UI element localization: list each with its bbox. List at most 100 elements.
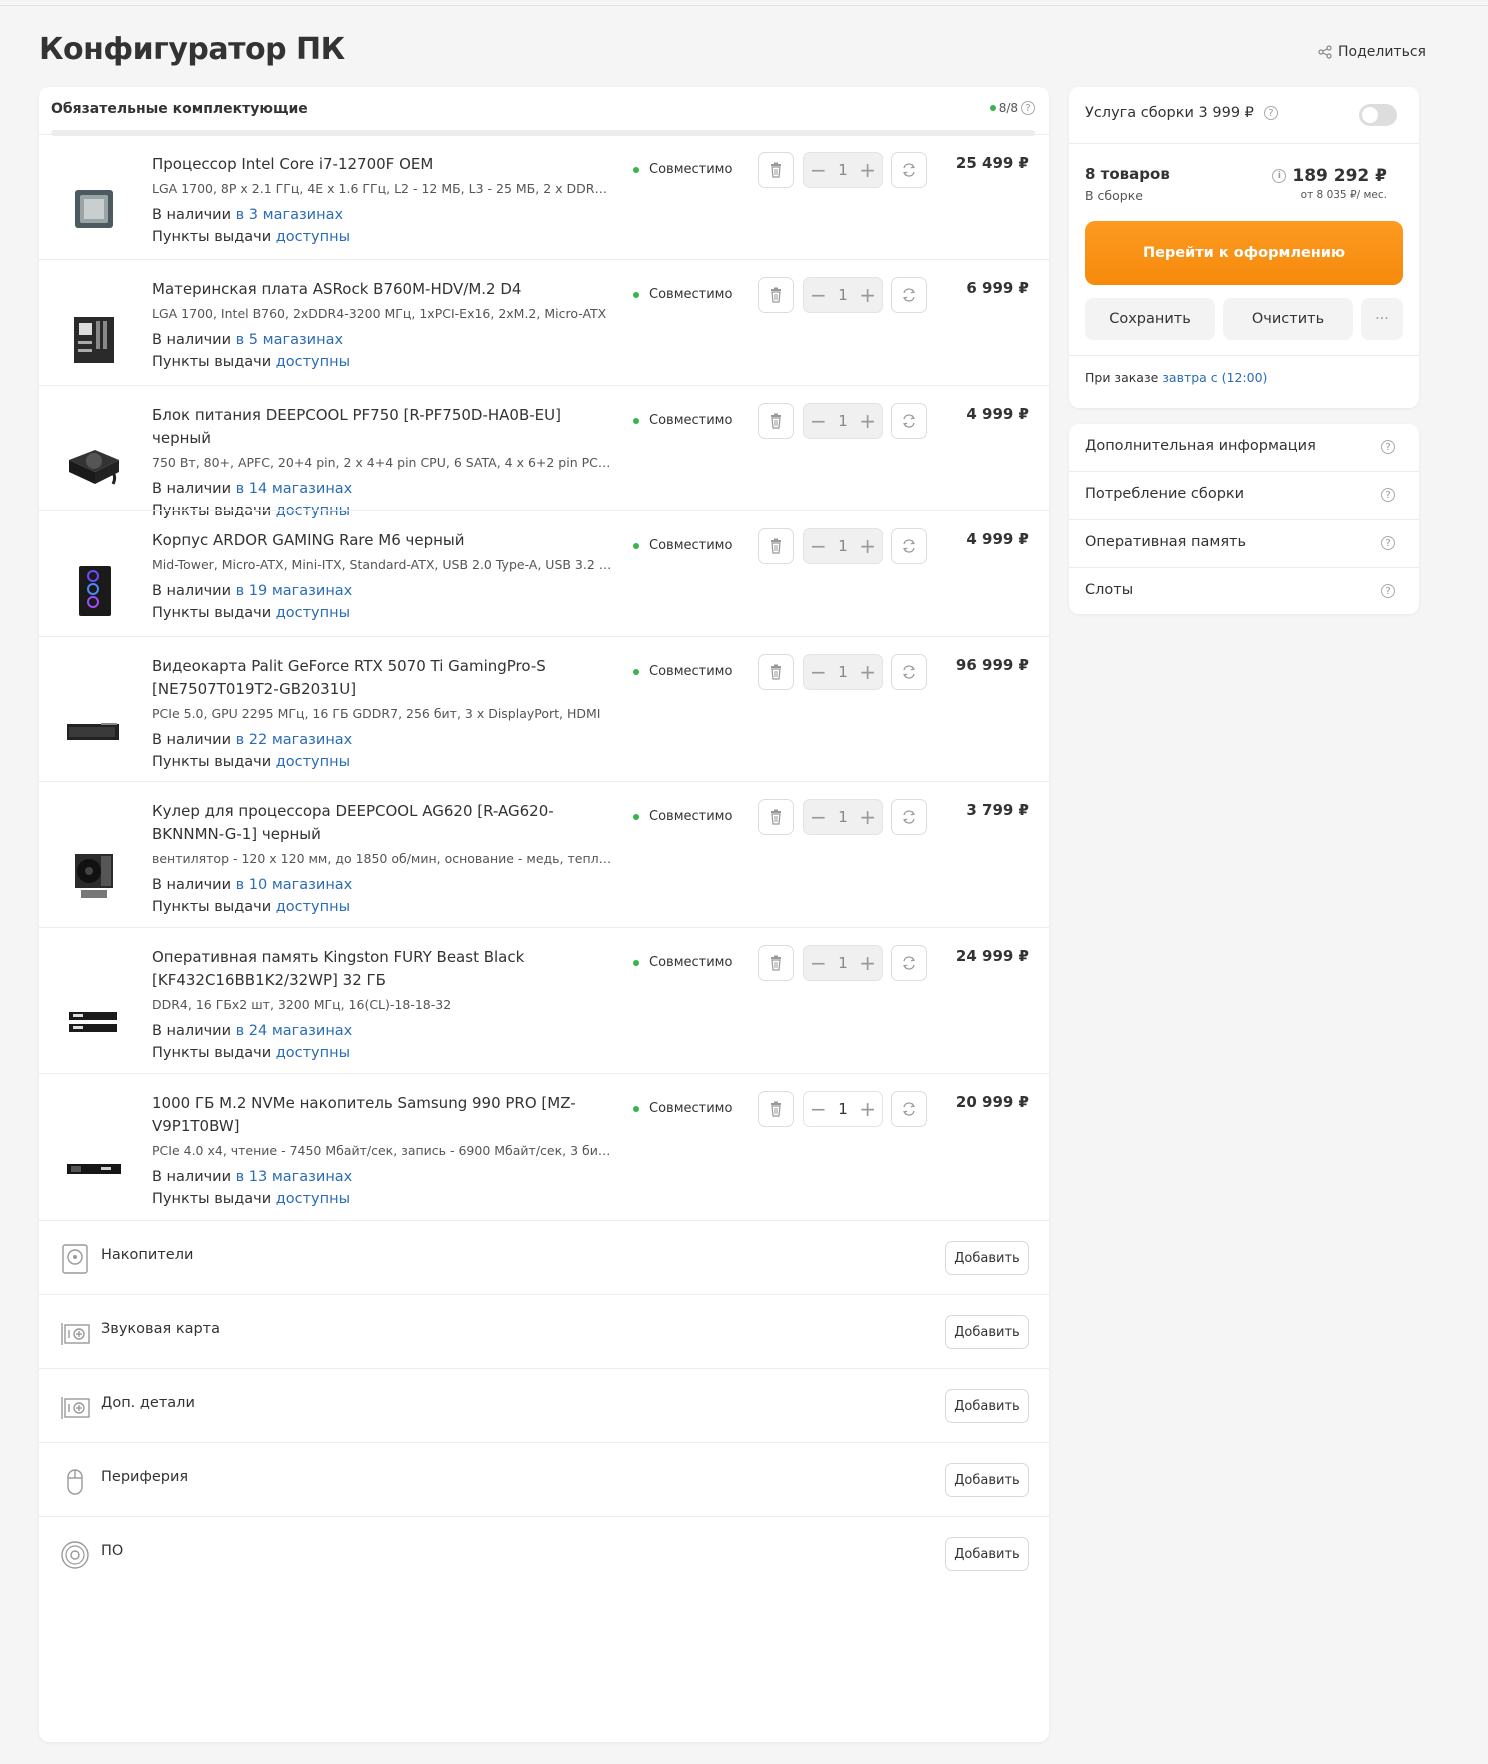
help-icon[interactable]: ? bbox=[1381, 440, 1395, 454]
quantity-stepper[interactable]: − 1 + bbox=[803, 528, 883, 564]
delete-button[interactable] bbox=[758, 528, 794, 564]
replace-button[interactable] bbox=[891, 945, 927, 981]
replace-button[interactable] bbox=[891, 152, 927, 188]
decrease-button[interactable]: − bbox=[810, 409, 827, 433]
info-icon[interactable]: i bbox=[1272, 169, 1287, 183]
replace-button[interactable] bbox=[891, 1091, 927, 1127]
compatibility-label: Совместимо bbox=[649, 664, 733, 679]
stock-stores-link[interactable]: в 3 магазинах bbox=[236, 207, 343, 223]
pickup-link[interactable]: доступны bbox=[276, 754, 350, 770]
decrease-button[interactable]: − bbox=[810, 1097, 827, 1121]
pickup-link[interactable]: доступны bbox=[276, 354, 350, 370]
replace-button[interactable] bbox=[891, 528, 927, 564]
stock-stores-link[interactable]: в 13 магазинах bbox=[236, 1169, 353, 1185]
add-button[interactable]: Добавить bbox=[945, 1463, 1029, 1497]
product-name[interactable]: Блок питания DEEPCOOL PF750 [R-PF750D-HA… bbox=[152, 404, 612, 450]
increase-button[interactable]: + bbox=[859, 805, 876, 829]
delete-button[interactable] bbox=[758, 152, 794, 188]
increase-button[interactable]: + bbox=[859, 158, 876, 182]
product-name[interactable]: Корпус ARDOR GAMING Rare M6 черный bbox=[152, 529, 612, 552]
decrease-button[interactable]: − bbox=[810, 805, 827, 829]
quantity-stepper[interactable]: − 1 + bbox=[803, 403, 883, 439]
pickup-availability: Пункты выдачи доступны bbox=[152, 1188, 612, 1210]
help-icon[interactable]: ? bbox=[1021, 101, 1035, 115]
quantity-stepper[interactable]: − 1 + bbox=[803, 277, 883, 313]
delete-button[interactable] bbox=[758, 654, 794, 690]
delete-button[interactable] bbox=[758, 945, 794, 981]
stock-stores-link[interactable]: в 24 магазинах bbox=[236, 1023, 353, 1039]
help-icon[interactable]: ? bbox=[1263, 106, 1278, 120]
info-row[interactable]: Оперативная память? bbox=[1069, 520, 1419, 568]
quantity-stepper[interactable]: − 1 + bbox=[803, 1091, 883, 1127]
quantity-stepper[interactable]: − 1 + bbox=[803, 152, 883, 188]
product-name[interactable]: 1000 ГБ M.2 NVMe накопитель Samsung 990 … bbox=[152, 1092, 612, 1138]
stock-stores-link[interactable]: в 19 магазинах bbox=[236, 583, 353, 599]
stock-stores-link[interactable]: в 14 магазинах bbox=[236, 481, 353, 497]
product-name[interactable]: Оперативная память Kingston FURY Beast B… bbox=[152, 946, 612, 992]
cooler-product-image[interactable] bbox=[61, 844, 127, 910]
increase-button[interactable]: + bbox=[859, 951, 876, 975]
increase-button[interactable]: + bbox=[859, 534, 876, 558]
add-button[interactable]: Добавить bbox=[945, 1241, 1029, 1275]
decrease-button[interactable]: − bbox=[810, 158, 827, 182]
help-icon[interactable]: ? bbox=[1381, 536, 1395, 550]
info-row[interactable]: Слоты? bbox=[1069, 568, 1419, 616]
save-button[interactable]: Сохранить bbox=[1085, 298, 1215, 340]
ssd-product-image[interactable] bbox=[61, 1136, 127, 1202]
share-button[interactable]: Поделиться bbox=[1318, 44, 1426, 60]
replace-button[interactable] bbox=[891, 654, 927, 690]
case-product-image[interactable] bbox=[61, 558, 127, 624]
add-button[interactable]: Добавить bbox=[945, 1315, 1029, 1349]
product-name[interactable]: Материнская плата ASRock B760M-HDV/M.2 D… bbox=[152, 278, 612, 301]
decrease-button[interactable]: − bbox=[810, 534, 827, 558]
swap-icon bbox=[902, 810, 916, 824]
clear-button[interactable]: Очистить bbox=[1223, 298, 1353, 340]
quantity-stepper[interactable]: − 1 + bbox=[803, 945, 883, 981]
ram-product-image[interactable] bbox=[61, 990, 127, 1056]
stock-stores-link[interactable]: в 22 магазинах bbox=[236, 732, 353, 748]
increase-button[interactable]: + bbox=[859, 1097, 876, 1121]
add-button[interactable]: Добавить bbox=[945, 1389, 1029, 1423]
decrease-button[interactable]: − bbox=[810, 283, 827, 307]
replace-button[interactable] bbox=[891, 403, 927, 439]
product-name[interactable]: Кулер для процессора DEEPCOOL AG620 [R-A… bbox=[152, 800, 612, 846]
add-button[interactable]: Добавить bbox=[945, 1537, 1029, 1571]
pickup-label: Пункты выдачи bbox=[152, 605, 276, 621]
more-button[interactable]: ··· bbox=[1361, 298, 1403, 340]
replace-button[interactable] bbox=[891, 799, 927, 835]
increase-button[interactable]: + bbox=[859, 409, 876, 433]
pickup-link[interactable]: доступны bbox=[276, 1045, 350, 1061]
quantity-stepper[interactable]: − 1 + bbox=[803, 799, 883, 835]
pickup-label: Пункты выдачи bbox=[152, 899, 276, 915]
delete-button[interactable] bbox=[758, 277, 794, 313]
pickup-link[interactable]: доступны bbox=[276, 605, 350, 621]
increase-button[interactable]: + bbox=[859, 283, 876, 307]
motherboard-product-image[interactable] bbox=[61, 307, 127, 373]
decrease-button[interactable]: − bbox=[810, 951, 827, 975]
delivery-date-link[interactable]: завтра с (12:00) bbox=[1162, 370, 1267, 385]
stock-stores-link[interactable]: в 10 магазинах bbox=[236, 877, 353, 893]
assembly-service-toggle[interactable] bbox=[1359, 104, 1397, 126]
pickup-link[interactable]: доступны bbox=[276, 1191, 350, 1207]
product-name[interactable]: Процессор Intel Core i7-12700F OEM bbox=[152, 153, 612, 176]
help-icon[interactable]: ? bbox=[1381, 488, 1395, 502]
delete-button[interactable] bbox=[758, 1091, 794, 1127]
cpu-product-image[interactable] bbox=[61, 176, 127, 242]
info-row[interactable]: Дополнительная информация? bbox=[1069, 424, 1419, 472]
total-price-value: 189 292 ₽ bbox=[1292, 166, 1387, 186]
stock-stores-link[interactable]: в 5 магазинах bbox=[236, 332, 343, 348]
checkout-button[interactable]: Перейти к оформлению bbox=[1085, 221, 1403, 285]
pickup-link[interactable]: доступны bbox=[276, 899, 350, 915]
product-name[interactable]: Видеокарта Palit GeForce RTX 5070 Ti Gam… bbox=[152, 655, 612, 701]
psu-product-image[interactable] bbox=[61, 430, 127, 496]
decrease-button[interactable]: − bbox=[810, 660, 827, 684]
info-row[interactable]: Потребление сборки? bbox=[1069, 472, 1419, 520]
help-icon[interactable]: ? bbox=[1381, 584, 1395, 598]
delete-button[interactable] bbox=[758, 403, 794, 439]
gpu-product-image[interactable] bbox=[61, 699, 127, 765]
replace-button[interactable] bbox=[891, 277, 927, 313]
quantity-stepper[interactable]: − 1 + bbox=[803, 654, 883, 690]
delete-button[interactable] bbox=[758, 799, 794, 835]
increase-button[interactable]: + bbox=[859, 660, 876, 684]
pickup-link[interactable]: доступны bbox=[276, 229, 350, 245]
